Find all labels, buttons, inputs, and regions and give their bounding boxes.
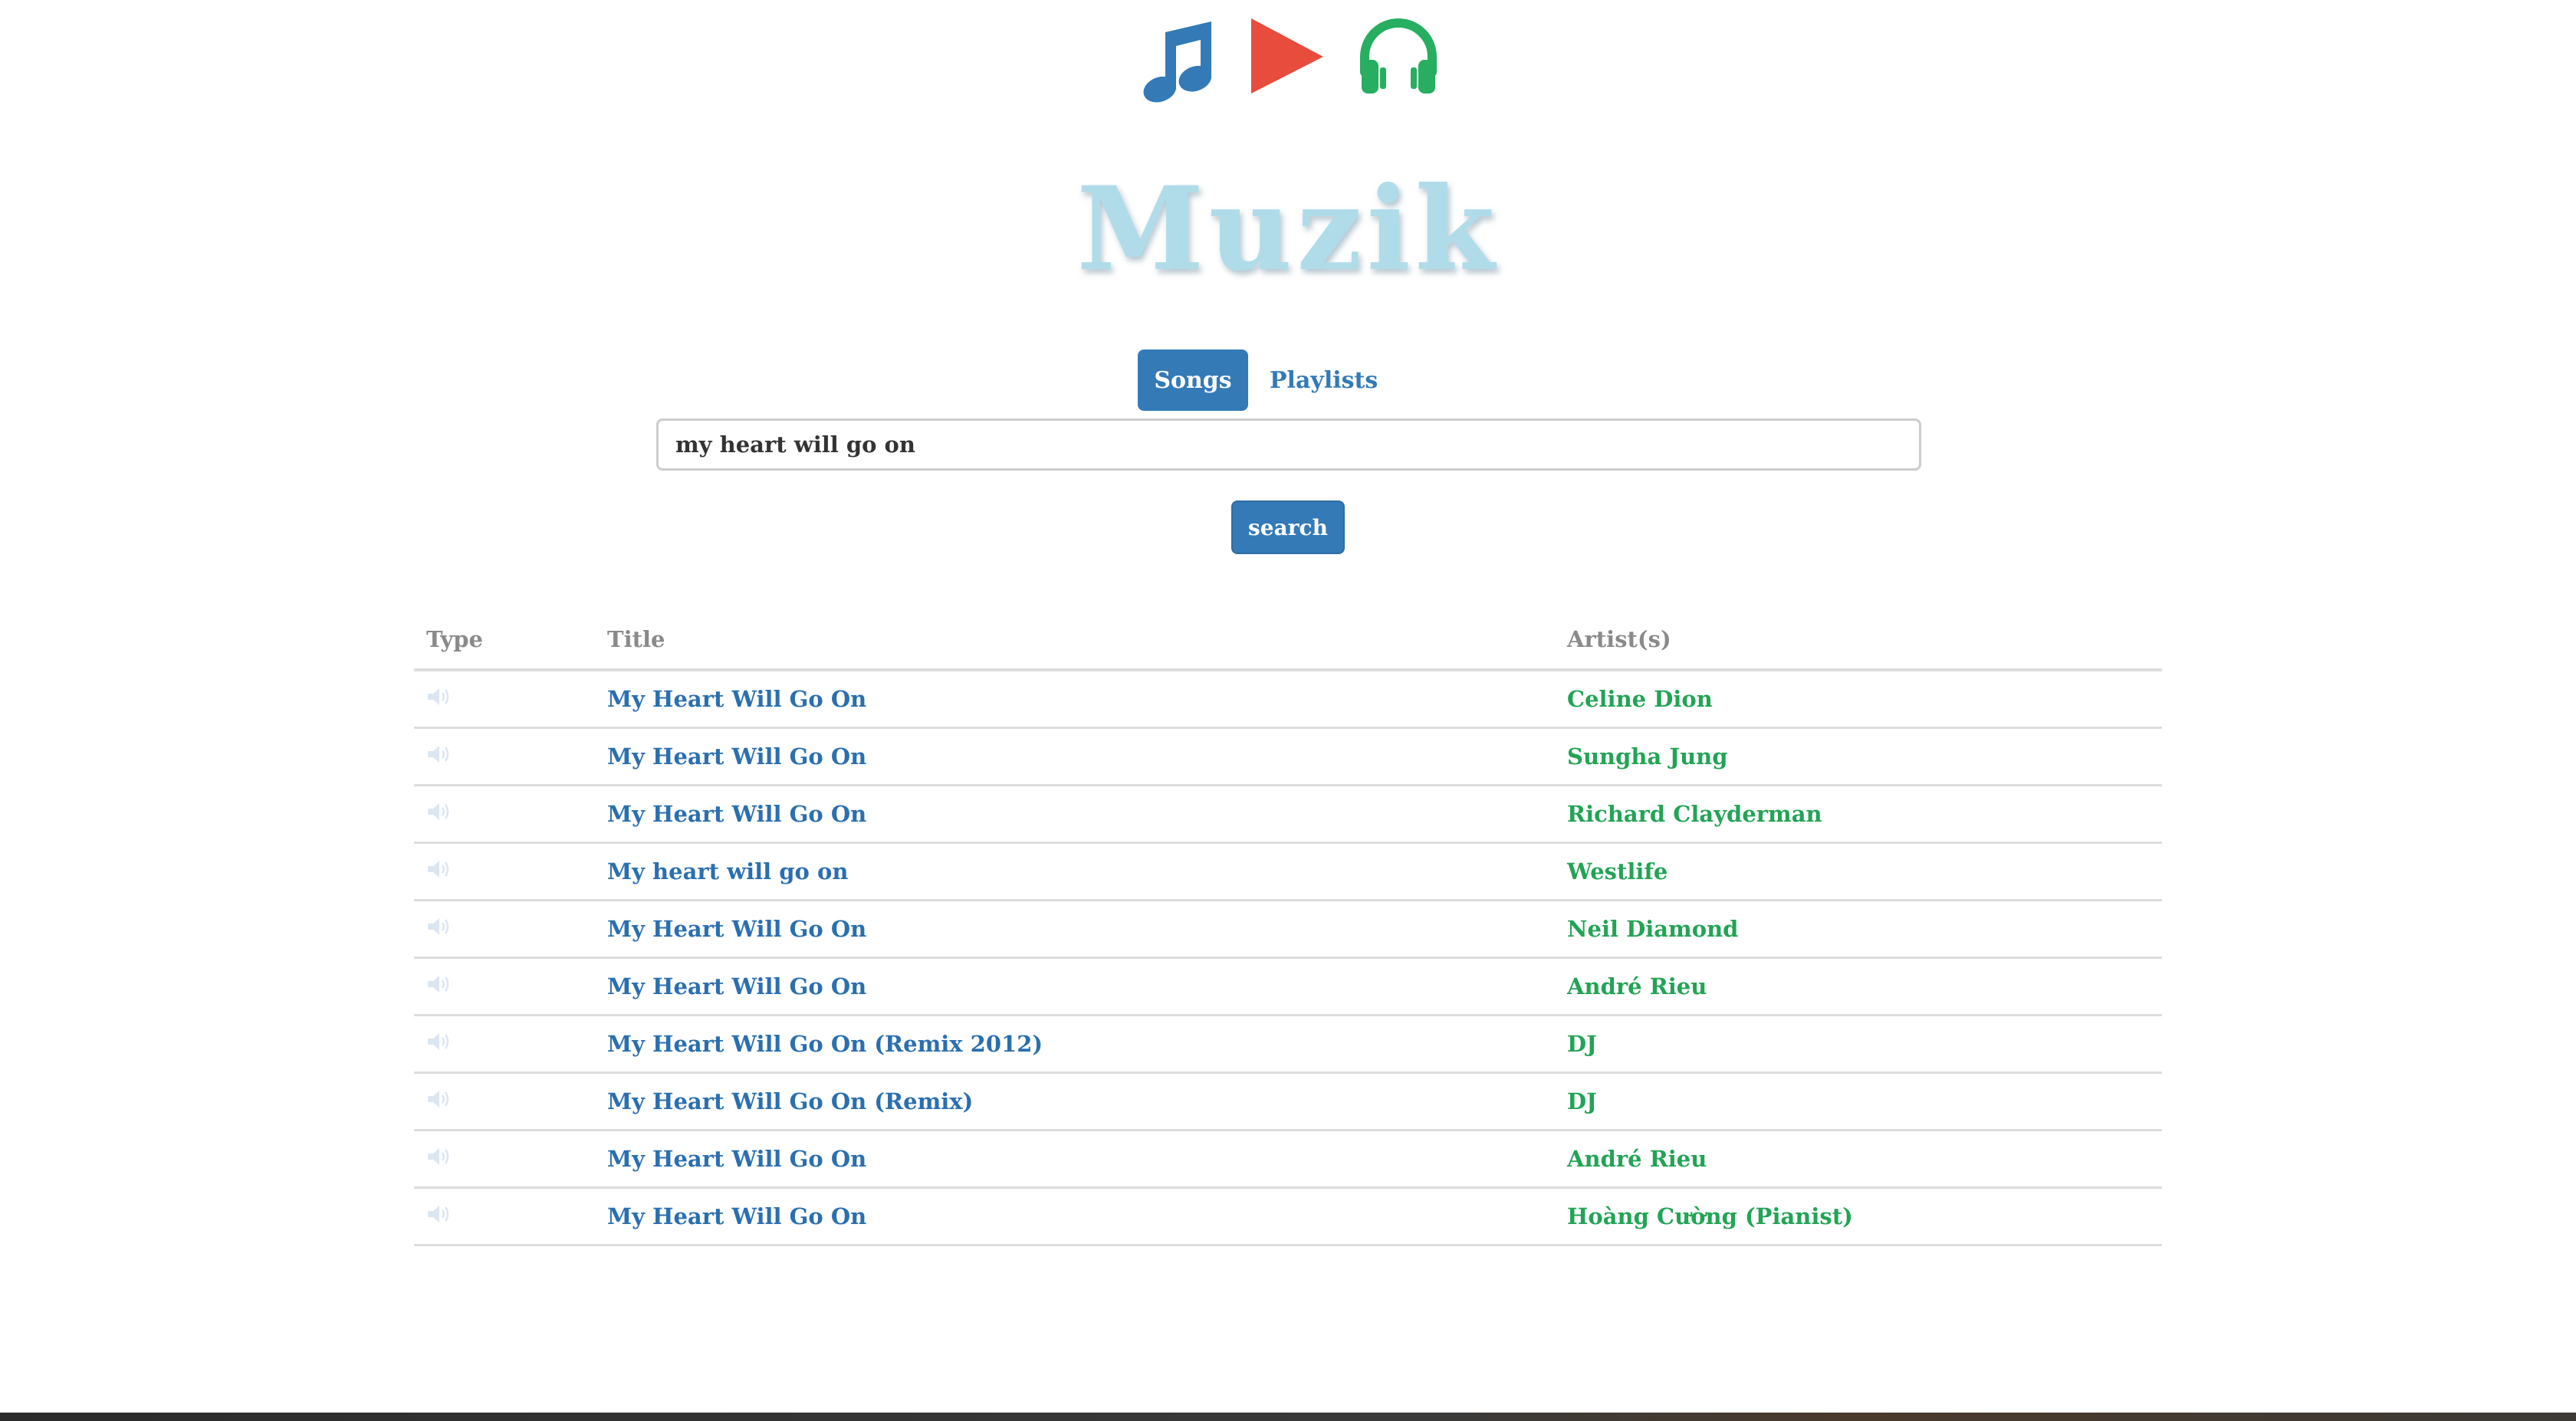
artist-link[interactable]: Neil Diamond (1567, 916, 1738, 942)
artist-link[interactable]: Richard Clayderman (1567, 801, 1822, 827)
artist-link[interactable]: Celine Dion (1567, 686, 1713, 712)
song-title-link[interactable]: My Heart Will Go On (607, 686, 866, 712)
header-icons (1127, 17, 1449, 109)
music-note-icon (1143, 21, 1211, 103)
page: Muzik Songs Playlists search Type Title … (0, 0, 2576, 1413)
song-title-link[interactable]: My Heart Will Go On (607, 801, 866, 827)
song-title-link[interactable]: My heart will go on (607, 858, 848, 884)
speaker-icon (426, 973, 452, 1000)
song-title-link[interactable]: My Heart Will Go On (607, 916, 866, 942)
artist-cell: DJ (1555, 1015, 2162, 1074)
artist-cell: André Rieu (1555, 957, 2162, 1016)
table-row: My Heart Will Go On (Remix 2012) DJ (414, 1015, 2162, 1074)
type-cell (414, 1072, 595, 1131)
table-row: My Heart Will Go On (Remix) DJ (414, 1072, 2162, 1131)
artist-cell: Neil Diamond (1555, 900, 2162, 959)
song-title-link[interactable]: My Heart Will Go On (607, 743, 866, 770)
title-cell: My Heart Will Go On (595, 1130, 1555, 1189)
artist-link[interactable]: André Rieu (1567, 1146, 1707, 1172)
type-cell (414, 1187, 595, 1246)
type-cell (414, 785, 595, 844)
artist-cell: Richard Clayderman (1555, 785, 2162, 844)
title-cell: My Heart Will Go On (Remix 2012) (595, 1015, 1555, 1074)
type-cell (414, 727, 595, 786)
title-cell: My Heart Will Go On (595, 900, 1555, 959)
artist-cell: Sungha Jung (1555, 727, 2162, 786)
artist-link[interactable]: Hoàng Cường (Pianist) (1567, 1203, 1853, 1229)
table-row: My Heart Will Go On André Rieu (414, 957, 2162, 1016)
table-row: My Heart Will Go On Celine Dion (414, 670, 2162, 729)
title-cell: My Heart Will Go On (595, 1187, 1555, 1246)
speaker-icon (426, 1031, 452, 1058)
type-cell (414, 900, 595, 959)
search-input[interactable] (656, 418, 1921, 471)
tab-playlists[interactable]: Playlists (1248, 350, 1399, 411)
results-body: My Heart Will Go On Celine Dion My Heart… (414, 670, 2162, 1246)
search-type-tabs: Songs Playlists (1138, 350, 1399, 411)
song-title-link[interactable]: My Heart Will Go On (607, 1203, 866, 1229)
type-cell (414, 1015, 595, 1074)
column-header-title: Title (595, 610, 1555, 671)
song-title-link[interactable]: My Heart Will Go On (607, 1146, 866, 1172)
artist-link[interactable]: Sungha Jung (1567, 743, 1728, 770)
title-cell: My Heart Will Go On (595, 785, 1555, 844)
speaker-icon (426, 1146, 452, 1173)
tab-songs[interactable]: Songs (1138, 350, 1248, 411)
app-logo: Muzik (1076, 162, 1500, 297)
column-header-artists: Artist(s) (1555, 610, 2162, 671)
artist-link[interactable]: DJ (1567, 1088, 1597, 1114)
table-row: My Heart Will Go On Hoàng Cường (Pianist… (414, 1187, 2162, 1246)
table-row: My heart will go on Westlife (414, 842, 2162, 901)
speaker-icon (426, 1088, 452, 1115)
column-header-type: Type (414, 610, 595, 671)
title-cell: My heart will go on (595, 842, 1555, 901)
song-title-link[interactable]: My Heart Will Go On (Remix) (607, 1088, 973, 1114)
artist-link[interactable]: André Rieu (1567, 973, 1707, 999)
headphones-icon (1360, 18, 1437, 94)
song-title-link[interactable]: My Heart Will Go On (607, 973, 866, 999)
title-cell: My Heart Will Go On (Remix) (595, 1072, 1555, 1131)
table-row: My Heart Will Go On André Rieu (414, 1130, 2162, 1189)
speaker-icon (426, 1203, 452, 1230)
speaker-icon (426, 916, 452, 943)
title-cell: My Heart Will Go On (595, 957, 1555, 1016)
search-button[interactable]: search (1231, 500, 1345, 554)
table-row: My Heart Will Go On Richard Clayderman (414, 785, 2162, 844)
artist-cell: André Rieu (1555, 1130, 2162, 1189)
artist-cell: Celine Dion (1555, 670, 2162, 729)
type-cell (414, 842, 595, 901)
play-icon (1251, 18, 1323, 94)
speaker-icon (426, 686, 452, 713)
table-row: My Heart Will Go On Sungha Jung (414, 727, 2162, 786)
table-row: My Heart Will Go On Neil Diamond (414, 900, 2162, 959)
artist-cell: Hoàng Cường (Pianist) (1555, 1187, 2162, 1246)
artist-cell: Westlife (1555, 842, 2162, 901)
artist-cell: DJ (1555, 1072, 2162, 1131)
table-header-row: Type Title Artist(s) (414, 610, 2162, 671)
title-cell: My Heart Will Go On (595, 670, 1555, 729)
bottom-edge-strip (0, 1413, 2576, 1421)
type-cell (414, 957, 595, 1016)
speaker-icon (426, 801, 452, 828)
artist-link[interactable]: Westlife (1567, 858, 1668, 884)
song-title-link[interactable]: My Heart Will Go On (Remix 2012) (607, 1031, 1043, 1057)
title-cell: My Heart Will Go On (595, 727, 1555, 786)
speaker-icon (426, 743, 452, 770)
type-cell (414, 1130, 595, 1189)
speaker-icon (426, 858, 452, 885)
type-cell (414, 670, 595, 729)
artist-link[interactable]: DJ (1567, 1031, 1597, 1057)
results-table: Type Title Artist(s) My Heart Will Go On… (414, 610, 2162, 1246)
